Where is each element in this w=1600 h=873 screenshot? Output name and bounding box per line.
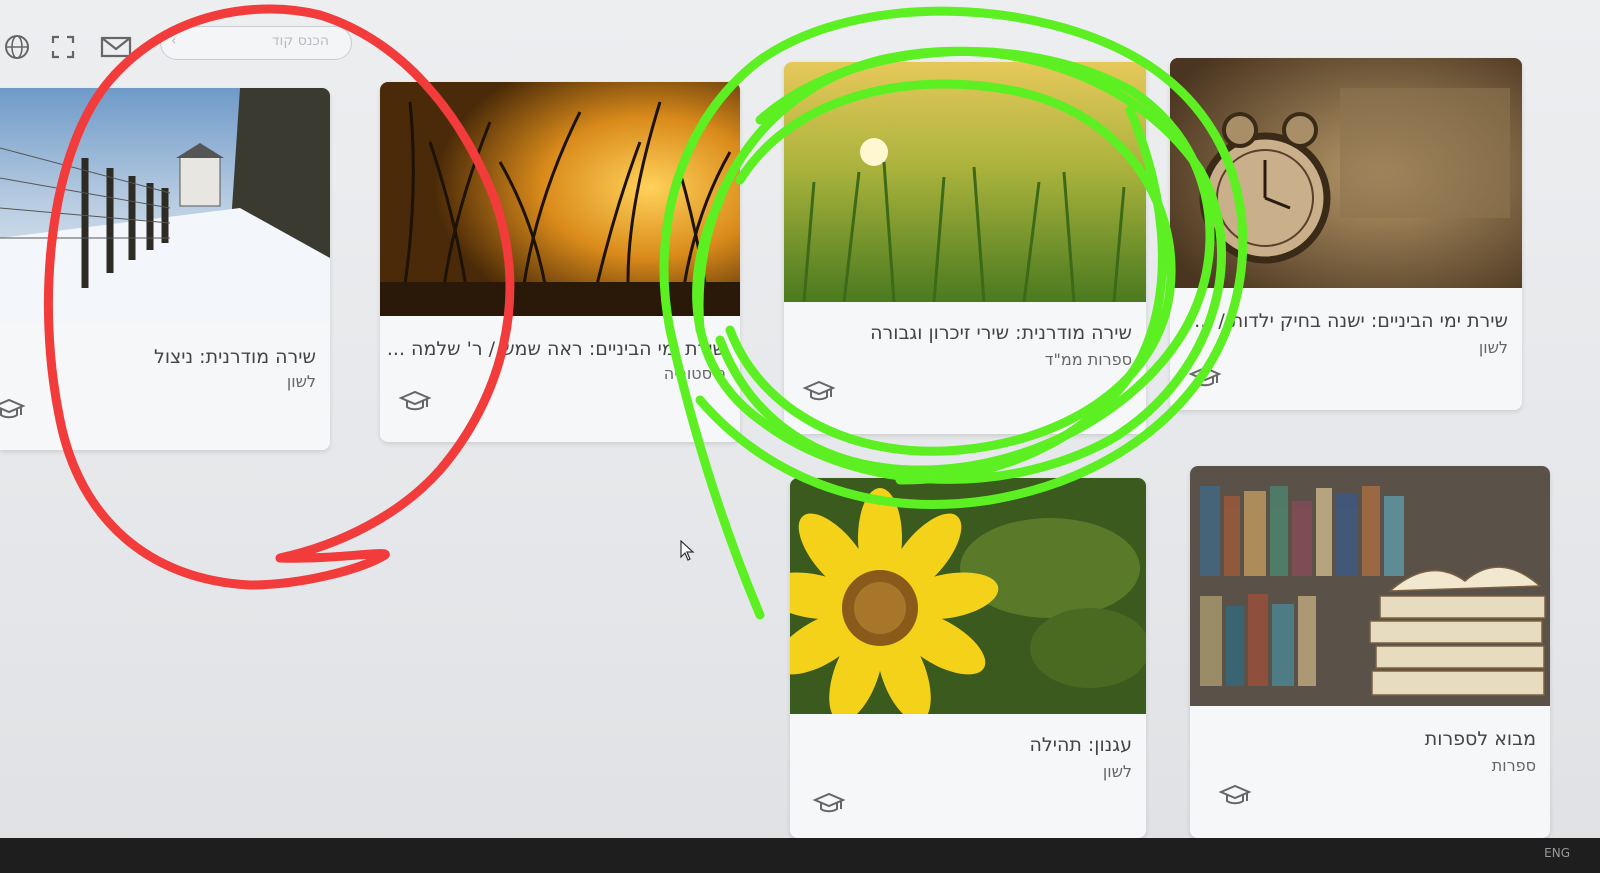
card-title: שירה מודרנית: שירי זיכרון וגבורה (870, 322, 1132, 344)
mail-icon[interactable] (96, 30, 136, 64)
card-subject: ספרות (1491, 756, 1536, 775)
course-card[interactable]: מבוא לספרות ספרות (1190, 466, 1550, 838)
card-subject: ספרות ממ"ד (1044, 350, 1132, 369)
card-subject: לשון (1102, 762, 1132, 781)
search-input[interactable]: ‹ הכנס קוד (160, 26, 352, 60)
chevron-left-icon: ‹ (171, 33, 177, 49)
course-library-screen: ‹ הכנס קוד שירת ימי הביניים: ישנה בחיק י… (0, 0, 1600, 873)
card-image (784, 62, 1146, 302)
course-card[interactable]: שירת ימי הביניים: ישנה בחיק ילדות / ... … (1170, 58, 1522, 410)
graduation-cap-icon[interactable] (1188, 366, 1222, 390)
card-subject: לשון (1478, 338, 1508, 357)
search-placeholder: הכנס קוד (271, 33, 329, 49)
graduation-cap-icon[interactable] (1218, 784, 1252, 808)
card-title: שירה מודרנית: ניצול (154, 346, 316, 368)
graduation-cap-icon[interactable] (398, 390, 432, 414)
card-title: עגנון: תהילה (1029, 734, 1133, 756)
taskbar-language[interactable]: ENG (1544, 846, 1570, 860)
graduation-cap-icon[interactable] (812, 792, 846, 816)
card-title: שירת ימי הביניים: ישנה בחיק ילדות / ... (1194, 310, 1508, 332)
card-subject: לשון (286, 372, 316, 391)
card-image (1170, 58, 1522, 288)
globe-icon[interactable] (0, 30, 34, 64)
graduation-cap-icon[interactable] (0, 398, 26, 422)
card-image (0, 88, 330, 322)
course-card[interactable]: שירה מודרנית: ניצול לשון (0, 88, 330, 450)
mouse-cursor-icon (680, 539, 696, 566)
course-card[interactable]: שירת ימי הביניים: ראה שמש / ר' שלמה ... … (380, 82, 740, 442)
card-title: מבוא לספרות (1424, 728, 1536, 750)
taskbar: ENG (0, 838, 1600, 873)
card-image (380, 82, 740, 316)
fullscreen-icon[interactable] (46, 30, 80, 64)
card-title: שירת ימי הביניים: ראה שמש / ר' שלמה ... (386, 338, 726, 360)
graduation-cap-icon[interactable] (802, 380, 836, 404)
card-subject: היסטוריה (663, 364, 726, 383)
card-image (790, 478, 1146, 714)
card-image (1190, 466, 1550, 706)
course-card[interactable]: עגנון: תהילה לשון (790, 478, 1146, 838)
course-card[interactable]: שירה מודרנית: שירי זיכרון וגבורה ספרות מ… (784, 62, 1146, 434)
